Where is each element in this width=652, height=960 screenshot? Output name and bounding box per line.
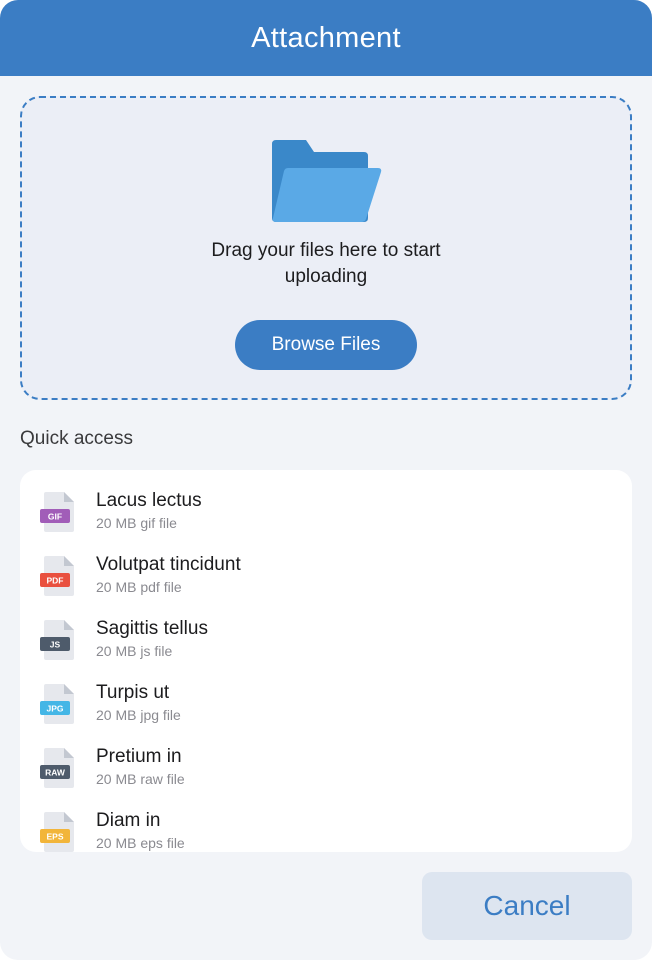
file-ext-label: GIF xyxy=(48,512,62,522)
file-name: Lacus lectus xyxy=(96,490,202,511)
file-meta: 20 MB js file xyxy=(96,643,173,659)
jpg-file-icon: JPG xyxy=(40,684,74,724)
file-ext-label: EPS xyxy=(46,832,63,842)
list-item[interactable]: JS Sagittis tellus 20 MB js file xyxy=(20,598,632,662)
list-item[interactable]: JPG Turpis ut 20 MB jpg file xyxy=(20,662,632,726)
file-ext-label: RAW xyxy=(45,768,66,778)
browse-files-button[interactable]: Browse Files xyxy=(235,320,417,370)
file-meta: 20 MB eps file xyxy=(96,835,185,851)
list-item[interactable]: EPS Diam in 20 MB eps file xyxy=(20,790,632,852)
file-meta: 20 MB jpg file xyxy=(96,707,181,723)
js-file-icon: JS xyxy=(40,620,74,660)
folder-icon xyxy=(272,140,382,222)
file-ext-label: JS xyxy=(50,640,61,650)
pdf-file-icon: PDF xyxy=(40,556,74,596)
raw-file-icon: RAW xyxy=(40,748,74,788)
file-name: Pretium in xyxy=(96,746,182,767)
file-ext-label: JPG xyxy=(46,704,63,714)
list-item[interactable]: RAW Pretium in 20 MB raw file xyxy=(20,726,632,790)
list-item[interactable]: PDF Volutpat tincidunt 20 MB pdf file xyxy=(20,534,632,598)
file-name: Volutpat tincidunt xyxy=(96,554,241,575)
file-ext-label: PDF xyxy=(47,576,64,586)
dropzone-instructions: Drag your files here to start uploading xyxy=(211,240,441,287)
file-meta: 20 MB gif file xyxy=(96,515,177,531)
file-name: Sagittis tellus xyxy=(96,618,208,639)
attachment-dialog: Attachment Drag your files here to start… xyxy=(0,0,652,960)
eps-file-icon: EPS xyxy=(40,812,74,852)
quick-access-title: Quick access xyxy=(20,428,133,449)
list-item[interactable]: GIF Lacus lectus 20 MB gif file xyxy=(20,470,632,534)
file-meta: 20 MB raw file xyxy=(96,771,185,787)
gif-file-icon: GIF xyxy=(40,492,74,532)
dialog-header: Attachment xyxy=(0,0,652,76)
quick-access-list[interactable]: GIF Lacus lectus 20 MB gif file PDF Volu… xyxy=(20,470,632,852)
file-name: Turpis ut xyxy=(96,682,170,703)
file-meta: 20 MB pdf file xyxy=(96,579,182,595)
cancel-button[interactable]: Cancel xyxy=(422,872,632,940)
file-dropzone[interactable]: Drag your files here to start uploading … xyxy=(20,96,632,400)
dialog-title: Attachment xyxy=(251,21,401,54)
file-name: Diam in xyxy=(96,810,161,831)
